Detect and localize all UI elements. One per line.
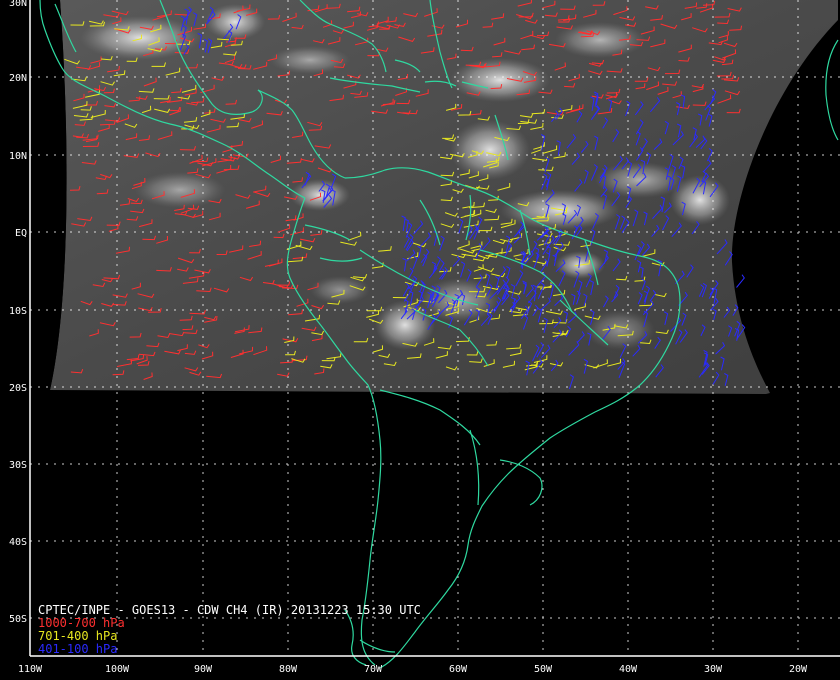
wind-barb (736, 274, 745, 288)
lon-label: 50W (534, 664, 553, 675)
lon-label: 70W (364, 664, 383, 675)
lat-label: 10S (9, 306, 27, 317)
latitude-labels: 30N 20N 10N EQ 10S 20S 30S 40S 50S (9, 0, 27, 625)
lat-label: 20N (9, 73, 27, 84)
lon-label: 90W (194, 664, 213, 675)
lon-label: 60W (449, 664, 468, 675)
longitude-labels: 110W 100W 90W 80W 70W 60W 50W 40W 30W 20W (18, 664, 808, 675)
lon-label: 40W (619, 664, 638, 675)
lat-label: EQ (15, 228, 27, 239)
lat-label: 30N (9, 0, 27, 9)
lat-label: 10N (9, 151, 27, 162)
lat-label: 50S (9, 614, 27, 625)
wind-map: 30N 20N 10N EQ 10S 20S 30S 40S 50S 110W 100W 90W 80… (9, 0, 840, 675)
lon-label: 30W (704, 664, 723, 675)
lon-label: 20W (789, 664, 808, 675)
caption: CPTEC/INPE - GOES13 - CDW CH4 (IR) 20131… (38, 604, 421, 656)
lon-label: 80W (279, 664, 298, 675)
lon-label: 100W (105, 664, 130, 675)
lat-label: 40S (9, 537, 27, 548)
lon-label: 110W (18, 664, 43, 675)
lat-label: 20S (9, 383, 27, 394)
legend-high: 401-100 hPa (38, 642, 118, 656)
lat-label: 30S (9, 460, 27, 471)
